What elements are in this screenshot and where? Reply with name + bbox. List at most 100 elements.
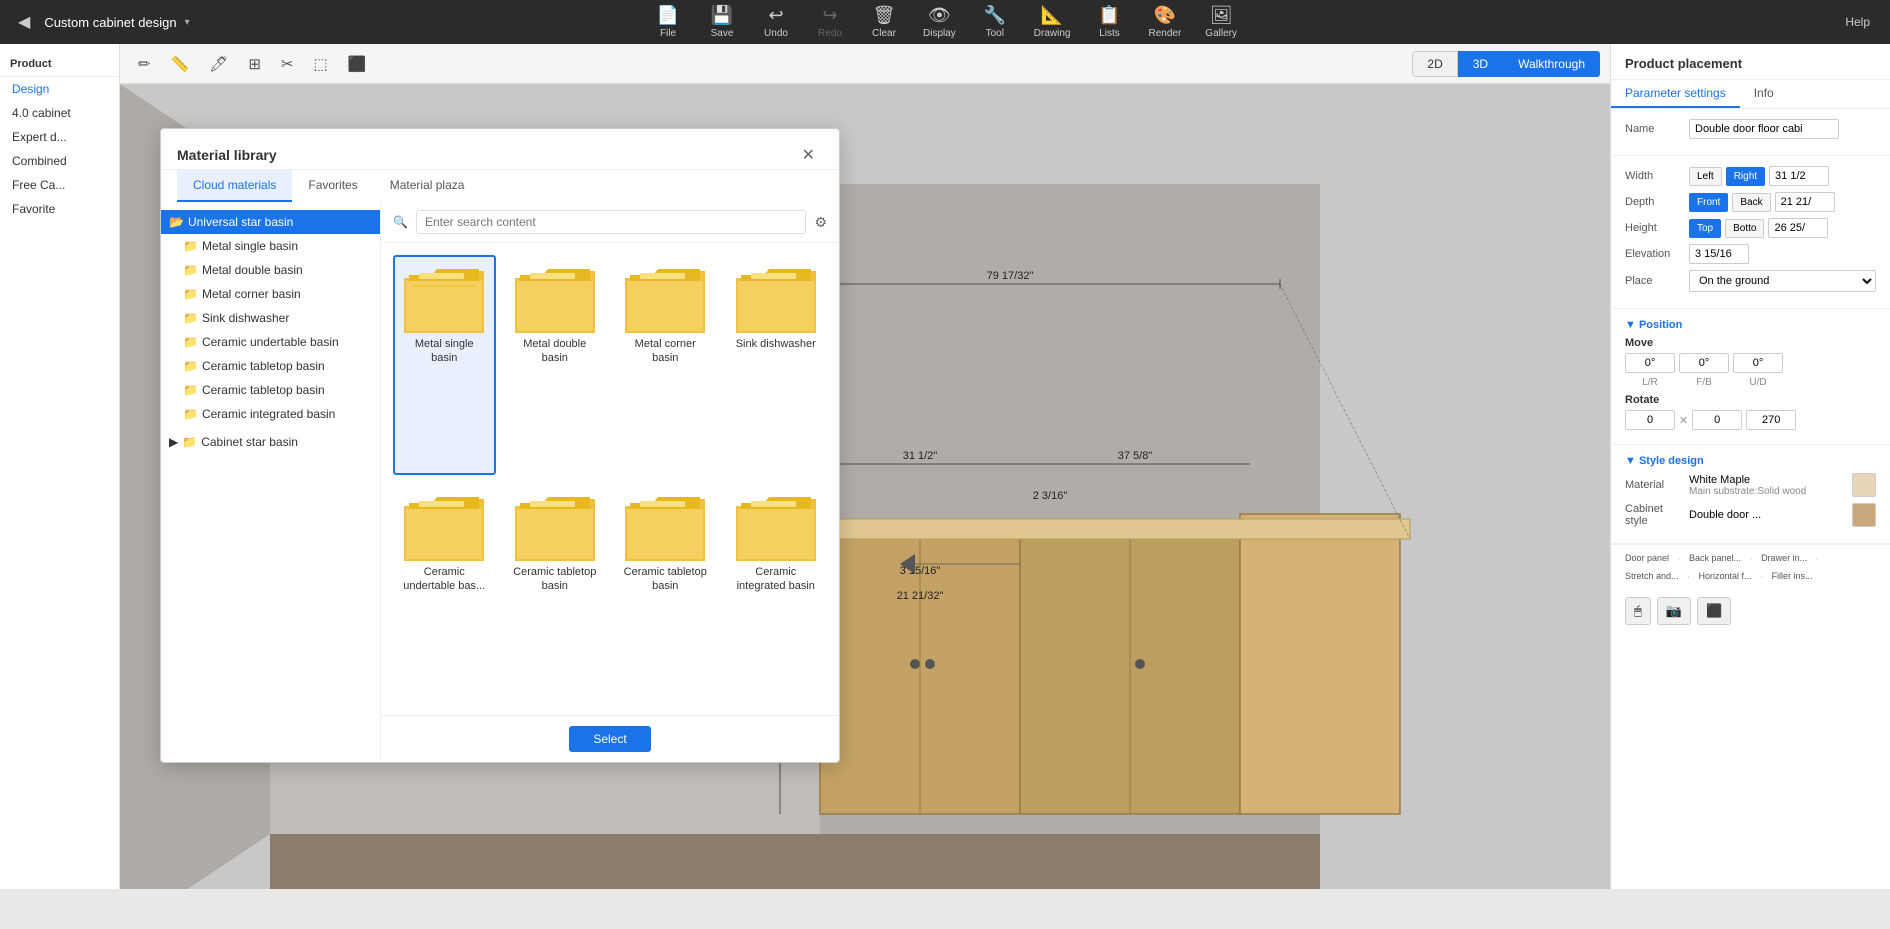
folder-thumb-8 <box>736 491 816 561</box>
tree-item-universal[interactable]: 📂 Universal star basin <box>161 210 380 234</box>
select-button[interactable]: Select <box>569 726 650 752</box>
tree-item-cabinet[interactable]: ▶ 📁 Cabinet star basin <box>161 430 380 454</box>
gallery-button[interactable]: 🖼 Gallery <box>1195 1 1247 43</box>
clear-button[interactable]: 🗑 Clear <box>859 1 909 43</box>
material-library-dialog: Material library ✕ Cloud materials Favor… <box>160 128 840 763</box>
nav-item-combined[interactable]: Combined <box>0 149 119 173</box>
bottom-bar-door-panel[interactable]: Door panel <box>1621 551 1673 565</box>
rotate-z-input[interactable] <box>1746 410 1796 430</box>
filter-button[interactable]: ⚙ <box>814 214 827 231</box>
folder-icon-6: 📁 <box>183 359 198 373</box>
grid-item-ceramic-int[interactable]: Ceramic integrated basin <box>725 483 828 703</box>
help-button[interactable]: Help <box>1835 11 1880 33</box>
back-button[interactable]: ◀ <box>10 8 38 36</box>
move-ud-input[interactable] <box>1733 353 1783 373</box>
style-section-title[interactable]: ▼ Style design <box>1625 455 1876 467</box>
move-fb-input[interactable] <box>1679 353 1729 373</box>
lists-button[interactable]: 📋 Lists <box>1084 1 1134 43</box>
nav-item-design[interactable]: Design <box>0 77 119 101</box>
bottom-bar-back-panel[interactable]: Back panel... <box>1685 551 1745 565</box>
title-dropdown[interactable]: ▾ <box>185 17 190 28</box>
bottom-bar-drawer[interactable]: Drawer in... <box>1757 551 1811 565</box>
rotate-x-input[interactable] <box>1625 410 1675 430</box>
render-button[interactable]: 🎨 Render <box>1138 1 1191 43</box>
sec-btn-paint[interactable]: 🖊 <box>201 50 236 78</box>
sec-btn-2[interactable]: 📏 <box>163 50 198 78</box>
grid-item-metal-corner[interactable]: Metal corner basin <box>614 255 717 475</box>
sec-btn-scissors[interactable]: ✂ <box>273 50 302 78</box>
cabinet-style-swatch[interactable] <box>1852 503 1876 527</box>
elevation-input[interactable] <box>1689 244 1749 264</box>
bottom-bar-stretch[interactable]: Stretch and... <box>1621 569 1683 583</box>
panel-dimensions-section: Width Left Right Depth Front Back Height… <box>1611 156 1890 309</box>
sec-btn-frame[interactable]: ⬚ <box>305 50 335 78</box>
grid-item-metal-single[interactable]: Metal single basin <box>393 255 496 475</box>
undo-button[interactable]: ↩ Undo <box>751 1 801 43</box>
tree-item-metal-double[interactable]: 📁 Metal double basin <box>161 258 380 282</box>
tab-info[interactable]: Info <box>1740 80 1788 108</box>
depth-front-button[interactable]: Front <box>1689 193 1728 212</box>
sec-btn-1[interactable]: ✏ <box>130 50 159 78</box>
height-input[interactable] <box>1768 218 1828 238</box>
view-2d-button[interactable]: 2D <box>1412 51 1457 77</box>
tab-favorites[interactable]: Favorites <box>292 170 373 202</box>
width-right-button[interactable]: Right <box>1726 167 1765 186</box>
dialog-close-button[interactable]: ✕ <box>794 141 823 169</box>
sec-btn-grid[interactable]: ⊞ <box>240 50 269 78</box>
save-button[interactable]: 💾 Save <box>697 1 747 43</box>
grid-item-ceramic-under[interactable]: Ceramic undertable bas... <box>393 483 496 703</box>
move-lr-input[interactable] <box>1625 353 1675 373</box>
nav-item-4cabinet[interactable]: 4.0 cabinet <box>0 101 119 125</box>
tree-item-ceramic-under[interactable]: 📁 Ceramic undertable basin <box>161 330 380 354</box>
grid-item-sink[interactable]: Sink dishwasher <box>725 255 828 475</box>
tab-material-plaza[interactable]: Material plaza <box>374 170 481 202</box>
bottom-bar-horizontal[interactable]: Horizontal f... <box>1695 569 1756 583</box>
rotate-y-input[interactable] <box>1692 410 1742 430</box>
grid-item-ceramic-top-2[interactable]: Ceramic tabletop basin <box>614 483 717 703</box>
view-3d-button[interactable]: 3D <box>1458 51 1503 77</box>
svg-text:2 3/16": 2 3/16" <box>1033 490 1068 502</box>
tree-item-ceramic-top-1[interactable]: 📁 Ceramic tabletop basin <box>161 354 380 378</box>
redo-button[interactable]: ↪ Redo <box>805 1 855 43</box>
width-left-button[interactable]: Left <box>1689 167 1722 186</box>
tree-item-ceramic-top-2[interactable]: 📁 Ceramic tabletop basin <box>161 378 380 402</box>
gallery-icon: 🖼 <box>1210 5 1233 26</box>
depth-input[interactable] <box>1775 192 1835 212</box>
icon-btn-2[interactable]: 📷 <box>1657 597 1691 625</box>
material-color-swatch[interactable] <box>1852 473 1876 497</box>
tree-item-sink[interactable]: 📁 Sink dishwasher <box>161 306 380 330</box>
place-select[interactable]: On the ground <box>1689 270 1876 292</box>
name-input[interactable] <box>1689 119 1839 139</box>
dialog-header: Material library ✕ <box>161 129 839 170</box>
nav-item-free[interactable]: Free Ca... <box>0 173 119 197</box>
tab-cloud-materials[interactable]: Cloud materials <box>177 170 292 202</box>
nav-item-expert[interactable]: Expert d... <box>0 125 119 149</box>
icon-btn-1[interactable]: 🖱 <box>1625 597 1651 625</box>
tree-item-ceramic-int[interactable]: 📁 Ceramic integrated basin <box>161 402 380 426</box>
svg-text:79 17/32": 79 17/32" <box>987 270 1034 282</box>
grid-item-metal-double[interactable]: Metal double basin <box>504 255 607 475</box>
height-top-button[interactable]: Top <box>1689 219 1721 238</box>
grid-item-ceramic-top-1[interactable]: Ceramic tabletop basin <box>504 483 607 703</box>
walkthrough-button[interactable]: Walkthrough <box>1503 51 1600 77</box>
sec-btn-shape[interactable]: ⬛ <box>340 50 375 78</box>
tool-button[interactable]: 🔧 Tool <box>970 1 1020 43</box>
tree-item-metal-corner[interactable]: 📁 Metal corner basin <box>161 282 380 306</box>
field-row-height: Height Top Botto <box>1625 218 1876 238</box>
file-button[interactable]: 📄 File <box>643 1 693 43</box>
tree-item-metal-single[interactable]: 📁 Metal single basin <box>161 234 380 258</box>
icon-btn-3[interactable]: ⬛ <box>1697 597 1731 625</box>
nav-item-favorite[interactable]: Favorite <box>0 197 119 221</box>
depth-back-button[interactable]: Back <box>1732 193 1770 212</box>
width-input[interactable] <box>1769 166 1829 186</box>
tab-parameter-settings[interactable]: Parameter settings <box>1611 80 1740 108</box>
product-nav-item[interactable]: Product <box>10 58 52 70</box>
search-input[interactable] <box>416 210 806 234</box>
position-section-title[interactable]: ▼ Position <box>1625 319 1876 331</box>
bottom-bar-filler[interactable]: Filler ins... <box>1768 569 1817 583</box>
drawing-button[interactable]: 📐 Drawing <box>1024 1 1081 43</box>
search-icon: 🔍 <box>393 215 408 229</box>
height-bottom-button[interactable]: Botto <box>1725 219 1764 238</box>
display-button[interactable]: 👁 Display <box>913 1 966 43</box>
clear-icon: 🗑 <box>873 5 896 26</box>
